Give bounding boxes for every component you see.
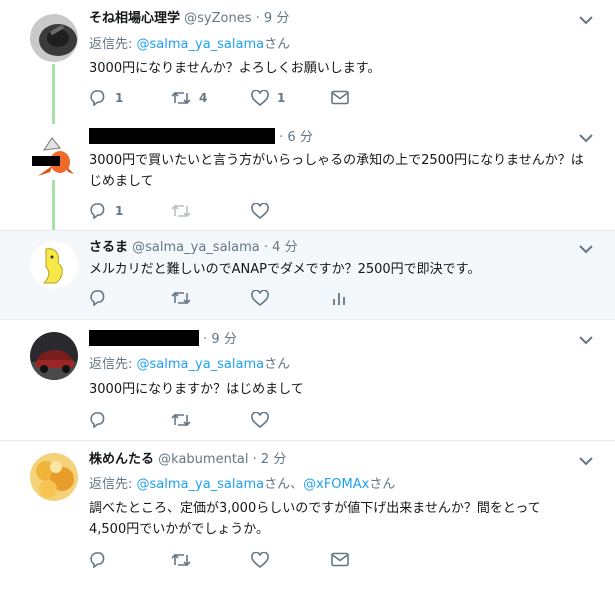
retweet-icon [171,91,191,105]
like-icon [251,552,269,568]
display-name[interactable]: さるま [89,240,128,255]
retweet-icon [171,291,191,305]
dm-icon [331,552,349,567]
tweet[interactable]: · 9 分 返信先: @salma_ya_salamaさん 3000円になります… [0,320,615,440]
mention-link[interactable]: @salma_ya_salama [137,477,265,492]
retweet-button[interactable] [171,412,191,428]
retweet-icon [171,413,191,427]
tweet-text: メルカリだと難しいのでANAPでダメですか？2500円で即決です。 [89,262,481,277]
like-icon [251,290,269,306]
like-button[interactable] [251,412,269,428]
reply-button[interactable] [89,290,107,306]
reply-count: 1 [115,204,124,218]
tweet-text: 調べたところ、定価が3,000らしいのですが値下げ出来ませんか？間をとって 4,… [89,498,589,540]
avatar[interactable] [30,241,78,289]
tweet[interactable]: 株めんたる @kabumental · 2 分 返信先: @salma_ya_s… [0,441,615,604]
timestamp[interactable]: 6 分 [287,130,312,145]
reply-button[interactable] [89,412,107,428]
reply-context: 返信先: @salma_ya_salamaさん、@xFOMAxさん [89,477,396,492]
separator-dot: · [203,332,208,347]
reply-button[interactable]: 1 [89,90,123,106]
like-icon [251,412,269,428]
reply-icon [90,412,105,428]
caret-down-icon[interactable] [579,335,593,345]
user-handle[interactable]: @salma_ya_salama [132,240,260,255]
timestamp[interactable]: 4 分 [272,240,297,255]
caret-down-icon[interactable] [579,15,593,25]
reply-button[interactable] [89,552,107,568]
avatar[interactable] [30,453,78,501]
mention-link[interactable]: @salma_ya_salama [137,357,265,372]
redacted-name [89,330,199,346]
dm-button[interactable] [331,90,349,105]
avatar[interactable] [30,132,78,180]
reply-button[interactable]: 1 [89,203,123,219]
caret-down-icon[interactable] [579,244,593,254]
tweet-text-line: 4,500円でいかがでしょうか。 [89,522,269,537]
retweet-icon [171,204,191,218]
reply-context: 返信先: @salma_ya_salamaさん [89,37,291,52]
dm-icon [331,90,349,105]
avatar[interactable] [30,332,78,380]
reply-count: 1 [115,91,124,105]
redacted-name [89,128,275,144]
tweet[interactable]: · 6 分 3000円で買いたいと言う方がいらっしゃるの承知の上で2500円にな… [0,118,615,230]
caret-down-icon[interactable] [579,456,593,466]
reply-icon [90,552,105,568]
mention-link[interactable]: @salma_ya_salama [137,37,265,52]
dm-button[interactable] [331,552,349,567]
user-handle[interactable]: @syZones [184,11,251,26]
reply-context: 返信先: @salma_ya_salamaさん [89,357,291,372]
tweet[interactable]: さるま @salma_ya_salama · 4 分 メルカリだと難しいのでAN… [0,231,615,319]
caret-down-icon[interactable] [579,133,593,143]
display-name[interactable]: 株めんたる [89,452,154,467]
reply-icon [90,90,105,106]
like-icon [251,203,269,219]
retweet-count: 4 [199,91,208,105]
analytics-icon [333,293,345,305]
analytics-button[interactable] [331,290,347,306]
timestamp[interactable]: 2 分 [261,452,286,467]
retweet-button[interactable] [171,552,191,568]
display-name[interactable]: そね相場心理学 [89,11,180,26]
tweet-text-line: 調べたところ、定価が3,000らしいのですが値下げ出来ませんか？間をとって [89,501,541,516]
user-handle[interactable]: @kabumental [158,452,248,467]
reply-icon [90,203,105,219]
retweet-button[interactable] [171,290,191,306]
avatar[interactable] [30,14,78,62]
timestamp[interactable]: 9 分 [211,332,236,347]
tweet-text: 3000円になりますか？はじめまして [89,382,304,397]
like-count: 1 [277,91,286,105]
separator-dot: · [255,11,260,26]
like-button[interactable] [251,290,269,306]
retweet-button[interactable]: 4 [171,90,207,106]
like-button[interactable] [251,203,269,219]
retweet-button[interactable] [171,203,191,219]
separator-dot: · [279,130,284,145]
reply-icon [90,290,105,306]
like-button[interactable]: 1 [251,90,285,106]
tweet-text: 3000円になりませんか？よろしくお願いします。 [89,61,381,76]
mention-link[interactable]: @xFOMAx [303,477,369,492]
tweet-text: 3000円で買いたいと言う方がいらっしゃるの承知の上で2500円になりませんか？… [89,153,584,189]
separator-dot: · [252,452,257,467]
timestamp[interactable]: 9 分 [264,11,289,26]
like-icon [251,90,269,106]
retweet-icon [171,553,191,567]
separator-dot: · [263,240,269,255]
like-button[interactable] [251,552,269,568]
tweet[interactable]: そね相場心理学 @syZones · 9 分 返信先: @salma_ya_sa… [0,0,615,118]
